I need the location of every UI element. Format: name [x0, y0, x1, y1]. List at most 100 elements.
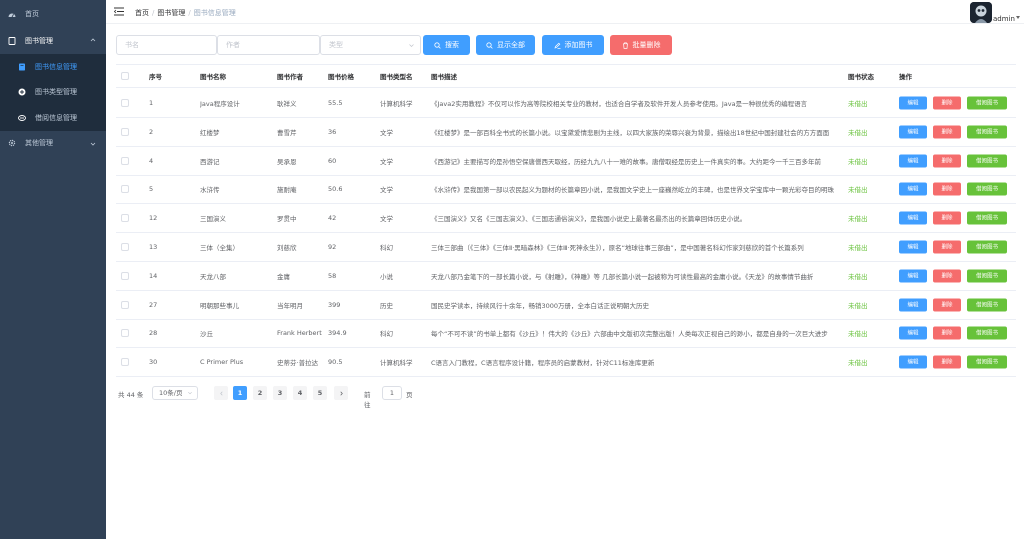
table-row: 12 三国演义 罗贯中 42 文学 《三国演义》又名《三国志演义》、《三国志通俗演义》，是…: [116, 204, 1016, 233]
cell-author: Frank Herbert: [277, 328, 322, 337]
borrow-button[interactable]: 借阅图书: [967, 298, 1007, 312]
delete-button[interactable]: 删除: [933, 269, 961, 283]
column-header-id: 序号: [149, 73, 162, 81]
row-checkbox[interactable]: [121, 213, 129, 222]
edit-button[interactable]: 编辑: [899, 298, 927, 312]
delete-button[interactable]: 删除: [933, 125, 961, 139]
cell-type: 计算机科学: [380, 99, 413, 108]
search-icon: [486, 41, 493, 49]
edit-button[interactable]: 编辑: [899, 154, 927, 168]
cell-type: 文学: [380, 185, 393, 194]
delete-button[interactable]: 删除: [933, 154, 961, 168]
borrow-button[interactable]: 借阅图书: [967, 355, 1007, 369]
sidebar: 首页 图书管理 图书信息管理 图书类型管理 借阅信息管理 其他管理: [0, 0, 106, 539]
sidebar-item-label: 图书管理: [25, 36, 53, 45]
page-button-4[interactable]: 4: [293, 386, 307, 400]
delete-button[interactable]: 删除: [933, 211, 961, 225]
delete-button[interactable]: 删除: [933, 326, 961, 340]
cell-author: 当年明月: [277, 301, 303, 310]
edit-button[interactable]: 编辑: [899, 355, 927, 369]
select-all-checkbox[interactable]: [121, 72, 129, 80]
sidebar-item-borrow-info[interactable]: 借阅信息管理: [0, 105, 106, 131]
delete-button[interactable]: 删除: [933, 96, 961, 110]
sidebar-item-label: 其他管理: [25, 139, 53, 147]
row-checkbox[interactable]: [121, 271, 129, 280]
borrow-button[interactable]: 借阅图书: [967, 96, 1007, 110]
sidebar-item-label: 借阅信息管理: [35, 113, 77, 122]
page-button-2[interactable]: 2: [253, 386, 267, 400]
author-input[interactable]: 作者: [217, 35, 320, 55]
avatar[interactable]: [970, 2, 992, 23]
breadcrumb-book-manage[interactable]: 图书管理: [157, 9, 185, 17]
username[interactable]: admin: [993, 15, 1015, 23]
delete-button[interactable]: 删除: [933, 298, 961, 312]
column-header-type: 图书类型名: [380, 73, 413, 81]
hamburger-icon[interactable]: [114, 7, 124, 16]
delete-button[interactable]: 删除: [933, 182, 961, 196]
add-book-button[interactable]: 添加图书: [542, 35, 604, 55]
book-name-input[interactable]: 书名: [116, 35, 217, 55]
edit-button[interactable]: 编辑: [899, 211, 927, 225]
table-row: 30 C Primer Plus 史蒂芬·普拉达 90.5 计算机科学 C语言入门教程，C…: [116, 348, 1016, 377]
sidebar-item-other-manage[interactable]: 其他管理: [0, 131, 106, 156]
row-checkbox[interactable]: [121, 357, 129, 366]
cell-author: 曹雪芹: [277, 128, 297, 137]
prev-page-button[interactable]: [214, 386, 228, 400]
row-checkbox[interactable]: [121, 300, 129, 309]
page-button-1[interactable]: 1: [233, 386, 247, 400]
document-icon: [8, 36, 16, 45]
table-row: 5 水浒传 施耐庵 50.6 文学 《水浒传》是我国第一部以农民起义为题材的长篇章回小说，…: [116, 175, 1016, 204]
edit-button[interactable]: 编辑: [899, 125, 927, 139]
row-checkbox[interactable]: [121, 127, 129, 136]
breadcrumb-home[interactable]: 首页: [135, 9, 149, 17]
status-badge: 未借出: [848, 272, 868, 281]
sidebar-item-book-info[interactable]: 图书信息管理: [0, 54, 106, 80]
page-size-select[interactable]: 10条/页: [152, 386, 198, 400]
row-checkbox[interactable]: [121, 156, 129, 165]
row-checkbox[interactable]: [121, 98, 129, 107]
caret-down-icon[interactable]: [1016, 16, 1020, 19]
status-badge: 未借出: [848, 301, 868, 310]
edit-button[interactable]: 编辑: [899, 96, 927, 110]
delete-button[interactable]: 删除: [933, 355, 961, 369]
borrow-button[interactable]: 借阅图书: [967, 269, 1007, 283]
book-icon: [18, 63, 26, 71]
borrow-button[interactable]: 借阅图书: [967, 326, 1007, 340]
batch-delete-button[interactable]: 批量删除: [610, 35, 672, 55]
cell-price: 42: [328, 213, 337, 222]
sidebar-item-book-manage[interactable]: 图书管理: [0, 27, 106, 54]
goto-page-input[interactable]: 1: [382, 386, 402, 400]
cell-price: 36: [328, 127, 337, 136]
trash-icon: [622, 41, 628, 49]
edit-button[interactable]: 编辑: [899, 269, 927, 283]
link-icon: [18, 114, 26, 122]
borrow-button[interactable]: 借阅图书: [967, 182, 1007, 196]
book-table: 序号 图书名称 图书作者 图书价格 图书类型名 图书描述 图书状态 操作 1 Ja…: [116, 64, 1016, 377]
borrow-button[interactable]: 借阅图书: [967, 125, 1007, 139]
row-checkbox[interactable]: [121, 184, 129, 193]
chevron-down-icon: [188, 391, 192, 395]
borrow-button[interactable]: 借阅图书: [967, 154, 1007, 168]
row-checkbox[interactable]: [121, 242, 129, 251]
cell-author: 罗贯中: [277, 214, 297, 223]
cell-type: 历史: [380, 301, 393, 310]
page-button-5[interactable]: 5: [313, 386, 327, 400]
search-button[interactable]: 搜索: [423, 35, 470, 55]
borrow-button[interactable]: 借阅图书: [967, 240, 1007, 254]
type-select[interactable]: 类型: [320, 35, 421, 55]
page-button-3[interactable]: 3: [273, 386, 287, 400]
sidebar-item-book-type[interactable]: 图书类型管理: [0, 80, 106, 106]
edit-button[interactable]: 编辑: [899, 182, 927, 196]
row-checkbox[interactable]: [121, 328, 129, 337]
borrow-button[interactable]: 借阅图书: [967, 211, 1007, 225]
edit-button[interactable]: 编辑: [899, 326, 927, 340]
search-icon: [434, 41, 441, 49]
sidebar-item-home[interactable]: 首页: [0, 0, 106, 27]
cell-name: 水浒传: [200, 185, 220, 194]
show-all-button[interactable]: 显示全部: [476, 35, 535, 55]
cell-id: 4: [149, 156, 154, 165]
delete-button[interactable]: 删除: [933, 240, 961, 254]
table-row: 13 三体（全集） 刘慈欣 92 科幻 三体三部曲（《三体》《三体Ⅱ·黑暗森林》《三体Ⅲ·…: [116, 233, 1016, 262]
next-page-button[interactable]: [334, 386, 348, 400]
edit-button[interactable]: 编辑: [899, 240, 927, 254]
